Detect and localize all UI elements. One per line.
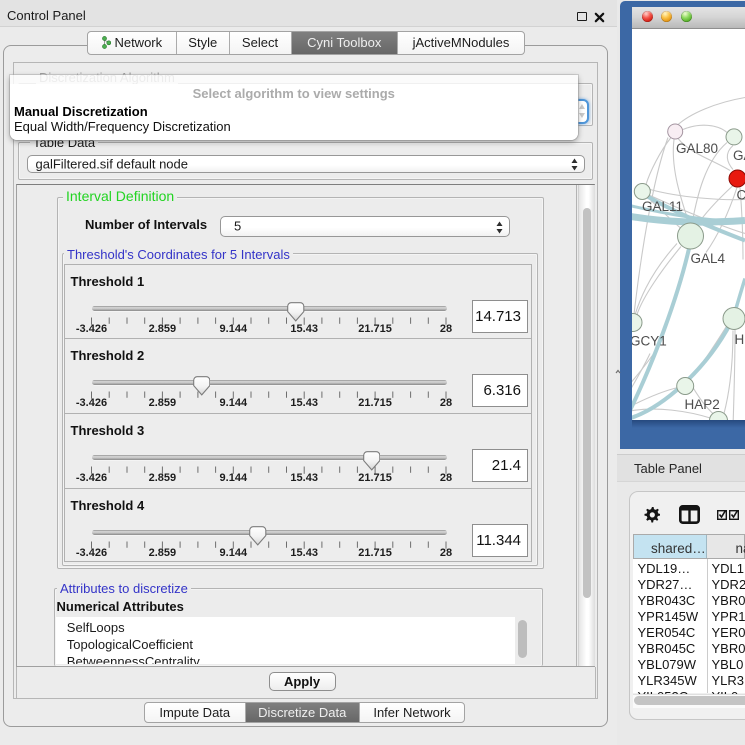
svg-text:GAL4: GAL4 [691, 251, 726, 266]
svg-text:GAL11: GAL11 [642, 199, 683, 214]
svg-text:HAP2: HAP2 [685, 397, 720, 412]
svg-text:C: C [737, 187, 745, 202]
svg-text:GAL80: GAL80 [676, 141, 718, 156]
svg-text:H: H [735, 332, 745, 347]
svg-text:GA: GA [733, 148, 745, 163]
svg-text:GCY1: GCY1 [632, 333, 667, 348]
